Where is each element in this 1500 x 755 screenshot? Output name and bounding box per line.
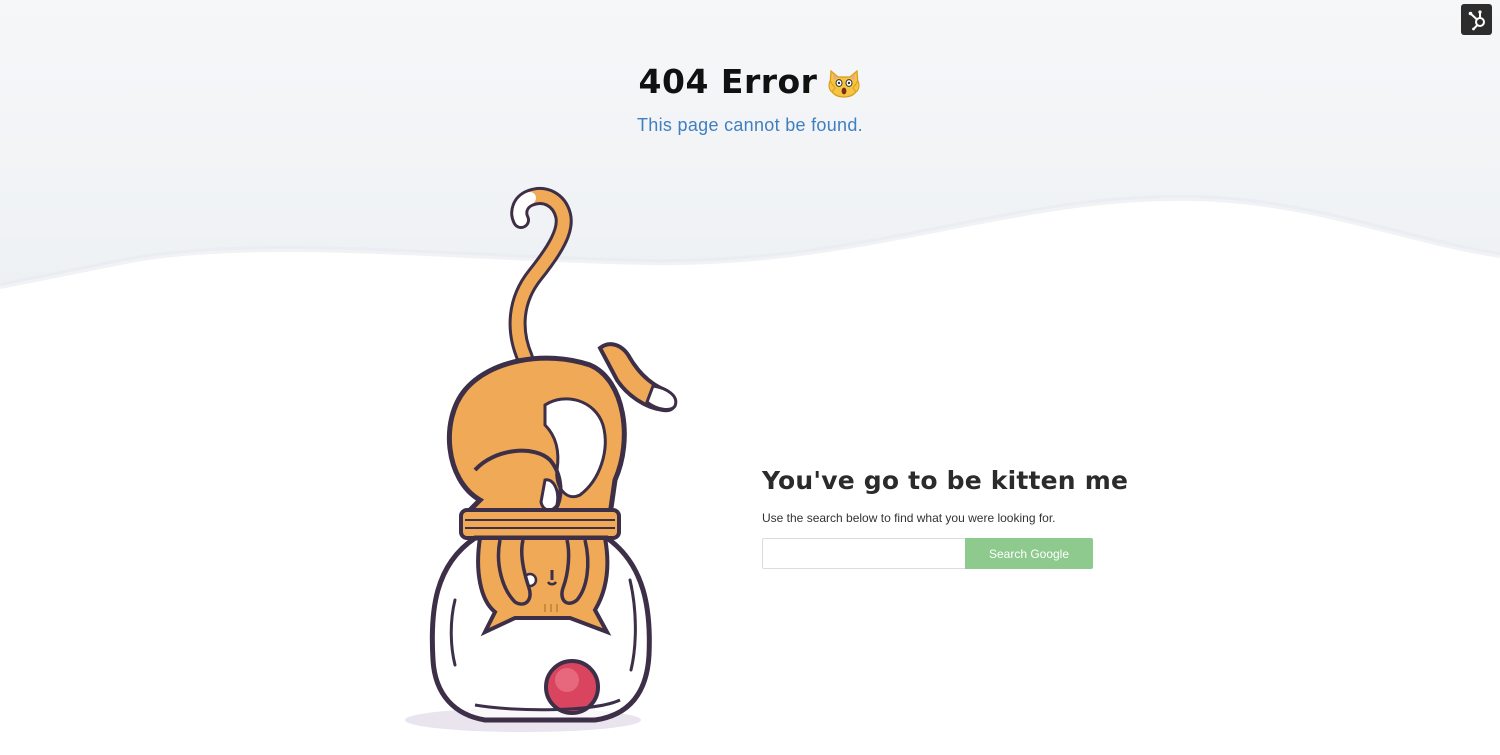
wave-background (0, 0, 1500, 289)
title-row: 404 Error (639, 62, 862, 101)
page-subtitle: This page cannot be found. (637, 115, 863, 135)
page-title: 404 Error (638, 62, 818, 101)
error-page: 404 Error This page cannot be found. You… (0, 0, 1500, 755)
search-section: You've go to be kitten me Use the search… (762, 466, 1129, 569)
section-heading: You've go to be kitten me (762, 466, 1129, 495)
search-google-button[interactable]: Search Google (965, 538, 1093, 569)
cat-in-jar-illustration (395, 180, 695, 750)
hubspot-sprocket-icon[interactable] (1461, 4, 1492, 35)
search-input[interactable] (762, 538, 965, 569)
screaming-cat-emoji-icon (828, 69, 860, 98)
help-text: Use the search below to find what you we… (762, 511, 1056, 525)
search-form: Search Google (762, 538, 1093, 569)
page-header: 404 Error This page cannot be found. (0, 62, 1500, 136)
